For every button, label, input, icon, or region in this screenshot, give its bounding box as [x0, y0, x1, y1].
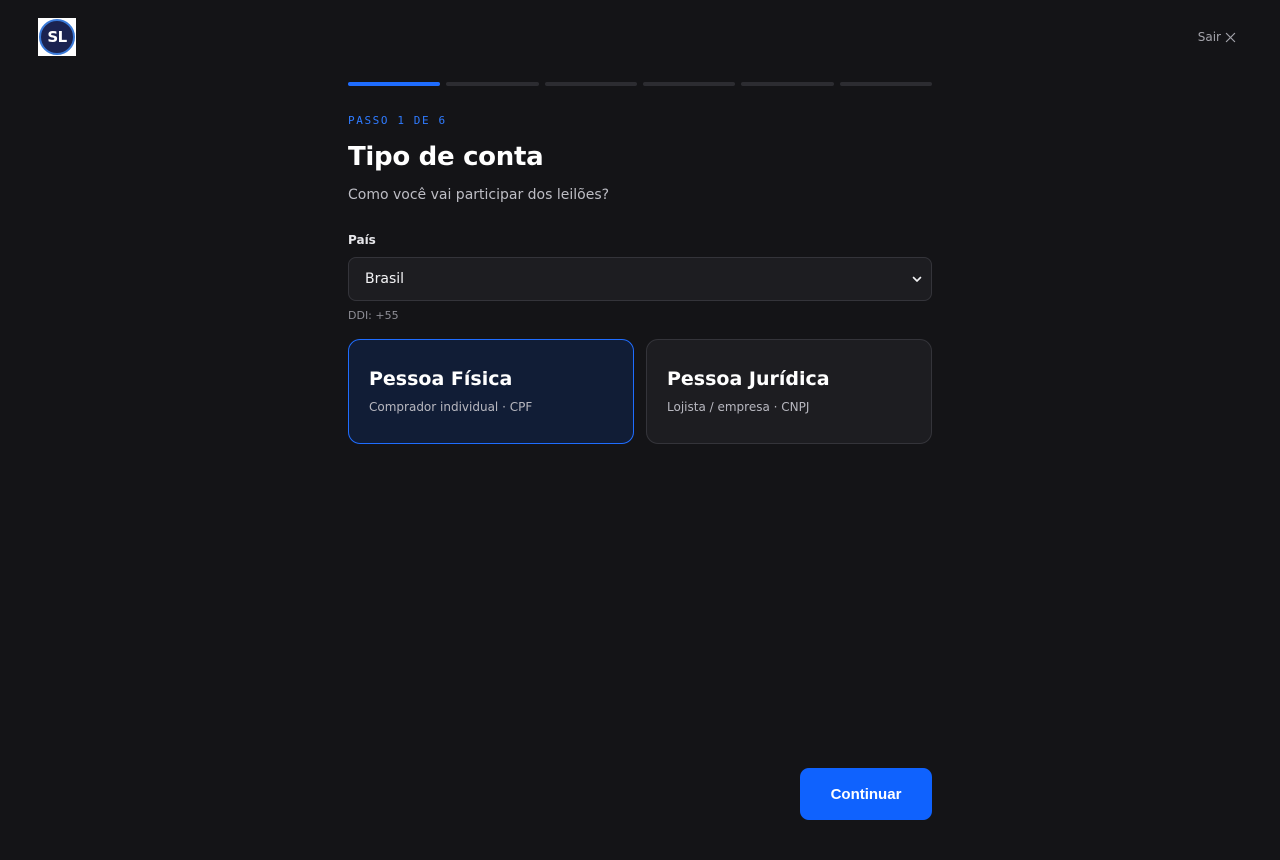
account-type-card-pessoa-fisica[interactable]: Pessoa Física Comprador individual · CPF [348, 339, 634, 444]
account-type-title: Pessoa Física [369, 368, 513, 390]
step-progress-bar [348, 82, 932, 86]
page-title: Tipo de conta [348, 142, 544, 172]
progress-segment-6 [839, 82, 932, 86]
progress-segment-2 [446, 82, 539, 86]
logo-mark: SL [39, 19, 75, 55]
page-subtitle: Como você vai participar dos leilões? [348, 187, 610, 203]
account-type-title: Pessoa Jurídica [667, 368, 830, 390]
country-label: País [348, 233, 376, 247]
account-type-card-pessoa-juridica[interactable]: Pessoa Jurídica Lojista / empresa · CNPJ [646, 339, 932, 444]
logo-text: SL [47, 28, 67, 46]
continue-button[interactable]: Continuar [800, 768, 932, 820]
account-type-description: Comprador individual · CPF [369, 400, 533, 414]
account-type-description: Lojista / empresa · CNPJ [667, 400, 810, 414]
close-icon [1225, 32, 1236, 42]
app-logo[interactable]: SL [38, 18, 76, 56]
progress-segment-4 [642, 82, 736, 86]
chevron-down-icon [912, 276, 922, 282]
progress-segment-1 [348, 82, 441, 86]
country-dial-code-hint: DDI: +55 [348, 309, 399, 322]
progress-segment-3 [544, 82, 637, 86]
country-select[interactable]: Brasil [348, 257, 932, 301]
exit-button[interactable]: Sair [1198, 29, 1236, 45]
progress-segment-5 [741, 82, 834, 86]
exit-label: Sair [1197, 30, 1221, 44]
step-indicator: PASSO 1 DE 6 [348, 114, 447, 127]
country-select-value: Brasil [365, 271, 405, 287]
